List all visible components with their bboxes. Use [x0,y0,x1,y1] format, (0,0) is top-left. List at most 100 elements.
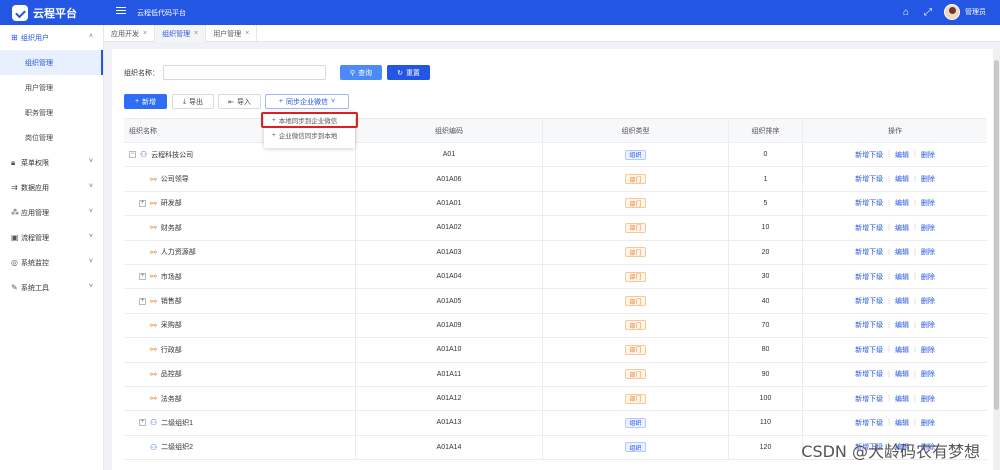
delete-link[interactable]: 删除 [921,198,935,208]
expand-icon[interactable]: + [139,273,146,281]
tab-label: 用户管理 [213,30,242,38]
delete-link[interactable]: 删除 [921,223,935,233]
close-icon[interactable]: × [245,30,249,37]
add-child-link[interactable]: 新增下级 [855,174,883,184]
org-type-badge: 部门 [625,369,646,380]
scrollbar-thumb[interactable] [994,60,999,410]
add-button[interactable]: + 新增 [124,94,167,109]
table-row[interactable]: ⚯ 品控部 A01A11 部门 90 新增下级 | 编辑 | 删除 [124,362,987,387]
import-button[interactable]: ⇤ 导入 [218,94,261,109]
org-sort-cell: 5 [729,191,803,216]
delete-link[interactable]: 删除 [921,345,935,355]
table-row[interactable]: ⚯ 行政部 A01A10 部门 80 新增下级 | 编辑 | 删除 [124,338,987,363]
edit-link[interactable]: 编辑 [895,345,909,355]
edit-link[interactable]: 编辑 [895,272,909,282]
table-row[interactable]: ⚯ 法务部 A01A12 部门 100 新增下级 | 编辑 | 删除 [124,386,987,412]
table-row[interactable]: + ⚇ 二级组织1 A01A13 组织 110 新增下级 | 编辑 | 删除 [124,411,987,436]
org-name-cell: + ⚯ 市场部 [124,264,356,289]
sidebar-item-user-manage[interactable]: 用户管理 [0,75,103,100]
data-icon: ⇉ [11,183,18,192]
reset-button[interactable]: ↻ 重置 [387,65,430,80]
table-row[interactable]: ⚯ 财务部 A01A02 部门 10 新增下级 | 编辑 | 删除 [124,216,987,241]
column-header: 组织排序 [729,119,803,142]
delete-link[interactable]: 删除 [921,320,935,330]
delete-link[interactable]: 删除 [921,174,935,184]
add-child-link[interactable]: 新增下级 [855,320,883,330]
sidebar-group-monitor[interactable]: ◎ 系统监控 ˅ [0,250,103,275]
add-child-link[interactable]: 新增下级 [855,369,883,379]
sidebar-group-data-app[interactable]: ⇉ 数据应用 ˅ [0,175,103,200]
query-button[interactable]: ⚲ 查询 [340,65,382,80]
expand-icon[interactable]: + [139,419,146,427]
add-child-link[interactable]: 新增下级 [855,150,883,160]
add-child-link[interactable]: 新增下级 [855,345,883,355]
menu-toggle-icon[interactable] [116,7,126,17]
edit-link[interactable]: 编辑 [895,296,909,306]
sync-wechat-button[interactable]: + 同步企业微信 ˅ [265,94,349,109]
delete-link[interactable]: 删除 [921,272,935,282]
tab-user-manage[interactable]: 用户管理 × [206,25,258,42]
edit-link[interactable]: 编辑 [895,150,909,160]
org-type-badge: 组织 [625,442,646,453]
avatar[interactable] [944,4,960,20]
close-icon[interactable]: × [143,30,147,37]
sidebar-group-org-user[interactable]: ⊞ 组织用户 ˄ [0,25,103,50]
sidebar-group-app-manage[interactable]: ⁂ 应用管理 ˅ [0,200,103,225]
edit-link[interactable]: 编辑 [895,174,909,184]
table-row[interactable]: ⚯ 公司领导 A01A06 部门 1 新增下级 | 编辑 | 删除 [124,167,987,192]
sidebar-group-menu-perm[interactable]: 🔒︎ 菜单权限 ˅ [0,150,103,175]
add-child-link[interactable]: 新增下级 [855,198,883,208]
table-row[interactable]: + ⚯ 销售部 A01A05 部门 40 新增下级 | 编辑 | 删除 [124,289,987,314]
table-row[interactable]: ⚯ 采购部 A01A09 部门 70 新增下级 | 编辑 | 删除 [124,313,987,339]
org-code-cell: A01A02 [356,216,543,240]
actions-cell: 新增下级 | 编辑 | 删除 [803,387,987,410]
edit-link[interactable]: 编辑 [895,247,909,257]
delete-link[interactable]: 删除 [921,369,935,379]
table-row[interactable]: + ⚯ 研发部 A01A01 部门 5 新增下级 | 编辑 | 删除 [124,191,987,217]
chevron-down-icon: ˅ [88,158,93,165]
table-row[interactable]: ⚯ 人力资源部 A01A03 部门 20 新增下级 | 编辑 | 删除 [124,240,987,265]
export-button[interactable]: ⤓ 导出 [172,94,214,109]
delete-link[interactable]: 删除 [921,296,935,306]
expand-icon[interactable]: + [139,297,146,305]
org-sort-cell: 20 [729,240,803,264]
add-child-link[interactable]: 新增下级 [855,394,883,404]
sidebar-item-post-manage[interactable]: 岗位管理 [0,125,103,150]
sidebar-group-flow-manage[interactable]: ▣ 流程管理 ˅ [0,225,103,250]
main-content: 组织名称： ⚲ 查询 ↻ 重置 + 新增 ⤓ 导出 ⇤ 导入 + 同步企业微信 … [112,49,993,470]
expand-icon[interactable]: + [139,199,146,207]
delete-link[interactable]: 删除 [921,418,935,428]
edit-link[interactable]: 编辑 [895,223,909,233]
sidebar-item-org-manage[interactable]: 组织管理 [0,50,103,75]
tab-app-dev[interactable]: 应用开发 × [104,25,156,42]
sidebar-group-tools[interactable]: ✎ 系统工具 ˅ [0,275,103,300]
delete-link[interactable]: 删除 [921,247,935,257]
menu-item-wechat-to-local[interactable]: + 企业微信同步到本地 [264,129,355,141]
org-name-input[interactable] [163,65,326,80]
delete-link[interactable]: 删除 [921,150,935,160]
add-child-link[interactable]: 新增下级 [855,418,883,428]
delete-link[interactable]: 删除 [921,394,935,404]
brand[interactable]: 云程平台 [0,0,104,25]
table-row[interactable]: + ⚯ 市场部 A01A04 部门 30 新增下级 | 编辑 | 删除 [124,264,987,290]
tab-org-manage[interactable]: 组织管理 × [155,25,207,42]
add-child-link[interactable]: 新增下级 [855,247,883,257]
actions-cell: 新增下级 | 编辑 | 删除 [803,143,987,166]
add-child-link[interactable]: 新增下级 [855,296,883,306]
sidebar-item-duty-manage[interactable]: 职务管理 [0,100,103,125]
add-child-link[interactable]: 新增下级 [855,223,883,233]
fullscreen-icon[interactable]: ⤢ [922,6,934,18]
add-child-link[interactable]: 新增下级 [855,272,883,282]
table-row[interactable]: − ⚇ 云程科技公司 A01 组织 0 新增下级 | 编辑 | 删除 [124,143,987,168]
collapse-icon[interactable]: − [129,151,136,159]
org-name: 市场部 [160,273,182,281]
org-name: 销售部 [160,298,182,306]
edit-link[interactable]: 编辑 [895,198,909,208]
edit-link[interactable]: 编辑 [895,394,909,404]
edit-link[interactable]: 编辑 [895,418,909,428]
home-icon[interactable]: ⌂ [900,6,912,18]
close-icon[interactable]: × [194,30,198,37]
edit-link[interactable]: 编辑 [895,320,909,330]
user-name[interactable]: 管理员 [965,7,986,17]
edit-link[interactable]: 编辑 [895,369,909,379]
